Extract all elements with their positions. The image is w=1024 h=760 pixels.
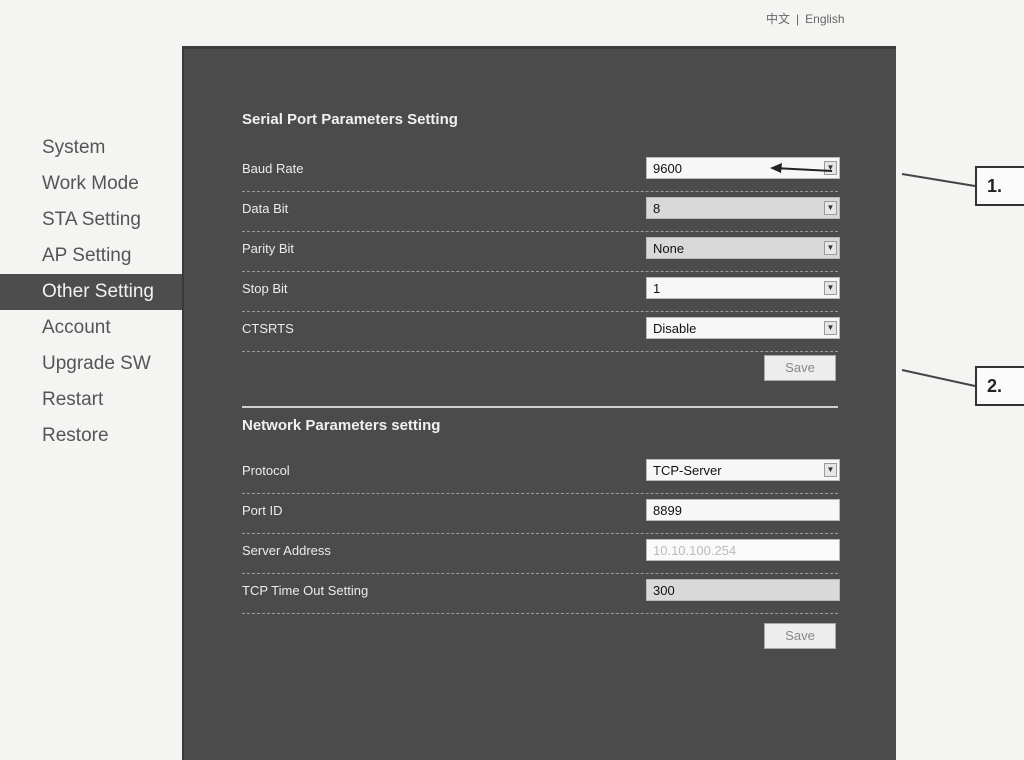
port-id-label: Port ID: [242, 503, 283, 518]
chevron-down-icon[interactable]: ▼: [824, 463, 837, 477]
row-divider: [242, 191, 838, 193]
data-bit-value: 8: [653, 201, 661, 216]
chevron-down-icon[interactable]: ▼: [824, 201, 837, 215]
ctsrts-row: CTSRTS Disable ▼: [242, 315, 840, 355]
port-id-value: 8899: [653, 503, 682, 518]
baud-rate-label: Baud Rate: [242, 161, 304, 176]
network-section-title: Network Parameters setting: [242, 417, 441, 434]
protocol-label: Protocol: [242, 463, 290, 478]
sidebar-item-upgrade-sw[interactable]: Upgrade SW: [0, 346, 184, 382]
language-chinese-link[interactable]: 中文: [766, 12, 790, 26]
sidebar-item-restore[interactable]: Restore: [0, 418, 184, 454]
chevron-down-icon[interactable]: ▼: [824, 281, 837, 295]
stop-bit-label: Stop Bit: [242, 281, 288, 296]
chevron-down-icon[interactable]: ▼: [824, 241, 837, 255]
row-divider: [242, 573, 838, 575]
protocol-value: TCP-Server: [653, 463, 722, 478]
sidebar-item-sta-setting[interactable]: STA Setting: [0, 202, 184, 238]
stop-bit-value: 1: [653, 281, 661, 296]
callout-2-line: [901, 369, 976, 387]
parity-bit-select[interactable]: None ▼: [646, 237, 840, 259]
callout-2: 2.: [975, 366, 1024, 406]
row-divider: [242, 613, 838, 615]
tcp-timeout-label: TCP Time Out Setting: [242, 583, 369, 598]
network-save-button[interactable]: Save: [764, 623, 836, 649]
serial-section-title: Serial Port Parameters Setting: [242, 111, 458, 128]
tcp-timeout-row: TCP Time Out Setting 300: [242, 577, 840, 617]
tcp-timeout-value: 300: [653, 583, 675, 598]
port-id-row: Port ID 8899: [242, 497, 840, 537]
server-address-row: Server Address 10.10.100.254: [242, 537, 840, 577]
sidebar-item-restart[interactable]: Restart: [0, 382, 184, 418]
sidebar-item-account[interactable]: Account: [0, 310, 184, 346]
sidebar-item-other-setting[interactable]: Other Setting: [0, 274, 184, 310]
sidebar-item-work-mode[interactable]: Work Mode: [0, 166, 184, 202]
parity-bit-row: Parity Bit None ▼: [242, 235, 840, 275]
row-divider: [242, 493, 838, 495]
serial-save-button[interactable]: Save: [764, 355, 836, 381]
data-bit-row: Data Bit 8 ▼: [242, 195, 840, 235]
protocol-row: Protocol TCP-Server ▼: [242, 457, 840, 497]
sidebar-item-system[interactable]: System: [0, 130, 184, 166]
tcp-timeout-input[interactable]: 300: [646, 579, 840, 601]
protocol-select[interactable]: TCP-Server ▼: [646, 459, 840, 481]
section-divider: [242, 406, 838, 408]
language-switcher: 中文 | English: [766, 10, 845, 27]
ctsrts-select[interactable]: Disable ▼: [646, 317, 840, 339]
chevron-down-icon[interactable]: ▼: [824, 161, 837, 175]
row-divider: [242, 231, 838, 233]
language-english-link[interactable]: English: [805, 12, 844, 26]
ctsrts-label: CTSRTS: [242, 321, 294, 336]
sidebar-item-ap-setting[interactable]: AP Setting: [0, 238, 184, 274]
settings-panel: Serial Port Parameters Setting Baud Rate…: [182, 46, 896, 760]
baud-rate-select[interactable]: 9600 ▼: [646, 157, 840, 179]
baud-rate-value: 9600: [653, 161, 682, 176]
row-divider: [242, 533, 838, 535]
ctsrts-value: Disable: [653, 321, 697, 336]
data-bit-select[interactable]: 8 ▼: [646, 197, 840, 219]
server-address-input[interactable]: 10.10.100.254: [646, 539, 840, 561]
callout-1: 1.: [975, 166, 1024, 206]
parity-bit-label: Parity Bit: [242, 241, 295, 256]
language-separator: |: [796, 12, 800, 26]
data-bit-label: Data Bit: [242, 201, 289, 216]
row-divider: [242, 351, 838, 353]
callout-1-line: [901, 173, 976, 187]
stop-bit-select[interactable]: 1 ▼: [646, 277, 840, 299]
server-address-label: Server Address: [242, 543, 331, 558]
stop-bit-row: Stop Bit 1 ▼: [242, 275, 840, 315]
chevron-down-icon[interactable]: ▼: [824, 321, 837, 335]
sidebar-nav: System Work Mode STA Setting AP Setting …: [0, 130, 184, 454]
row-divider: [242, 271, 838, 273]
port-id-input[interactable]: 8899: [646, 499, 840, 521]
server-address-value: 10.10.100.254: [653, 543, 737, 558]
parity-bit-value: None: [653, 241, 685, 256]
baud-rate-row: Baud Rate 9600 ▼: [242, 155, 840, 195]
row-divider: [242, 311, 838, 313]
